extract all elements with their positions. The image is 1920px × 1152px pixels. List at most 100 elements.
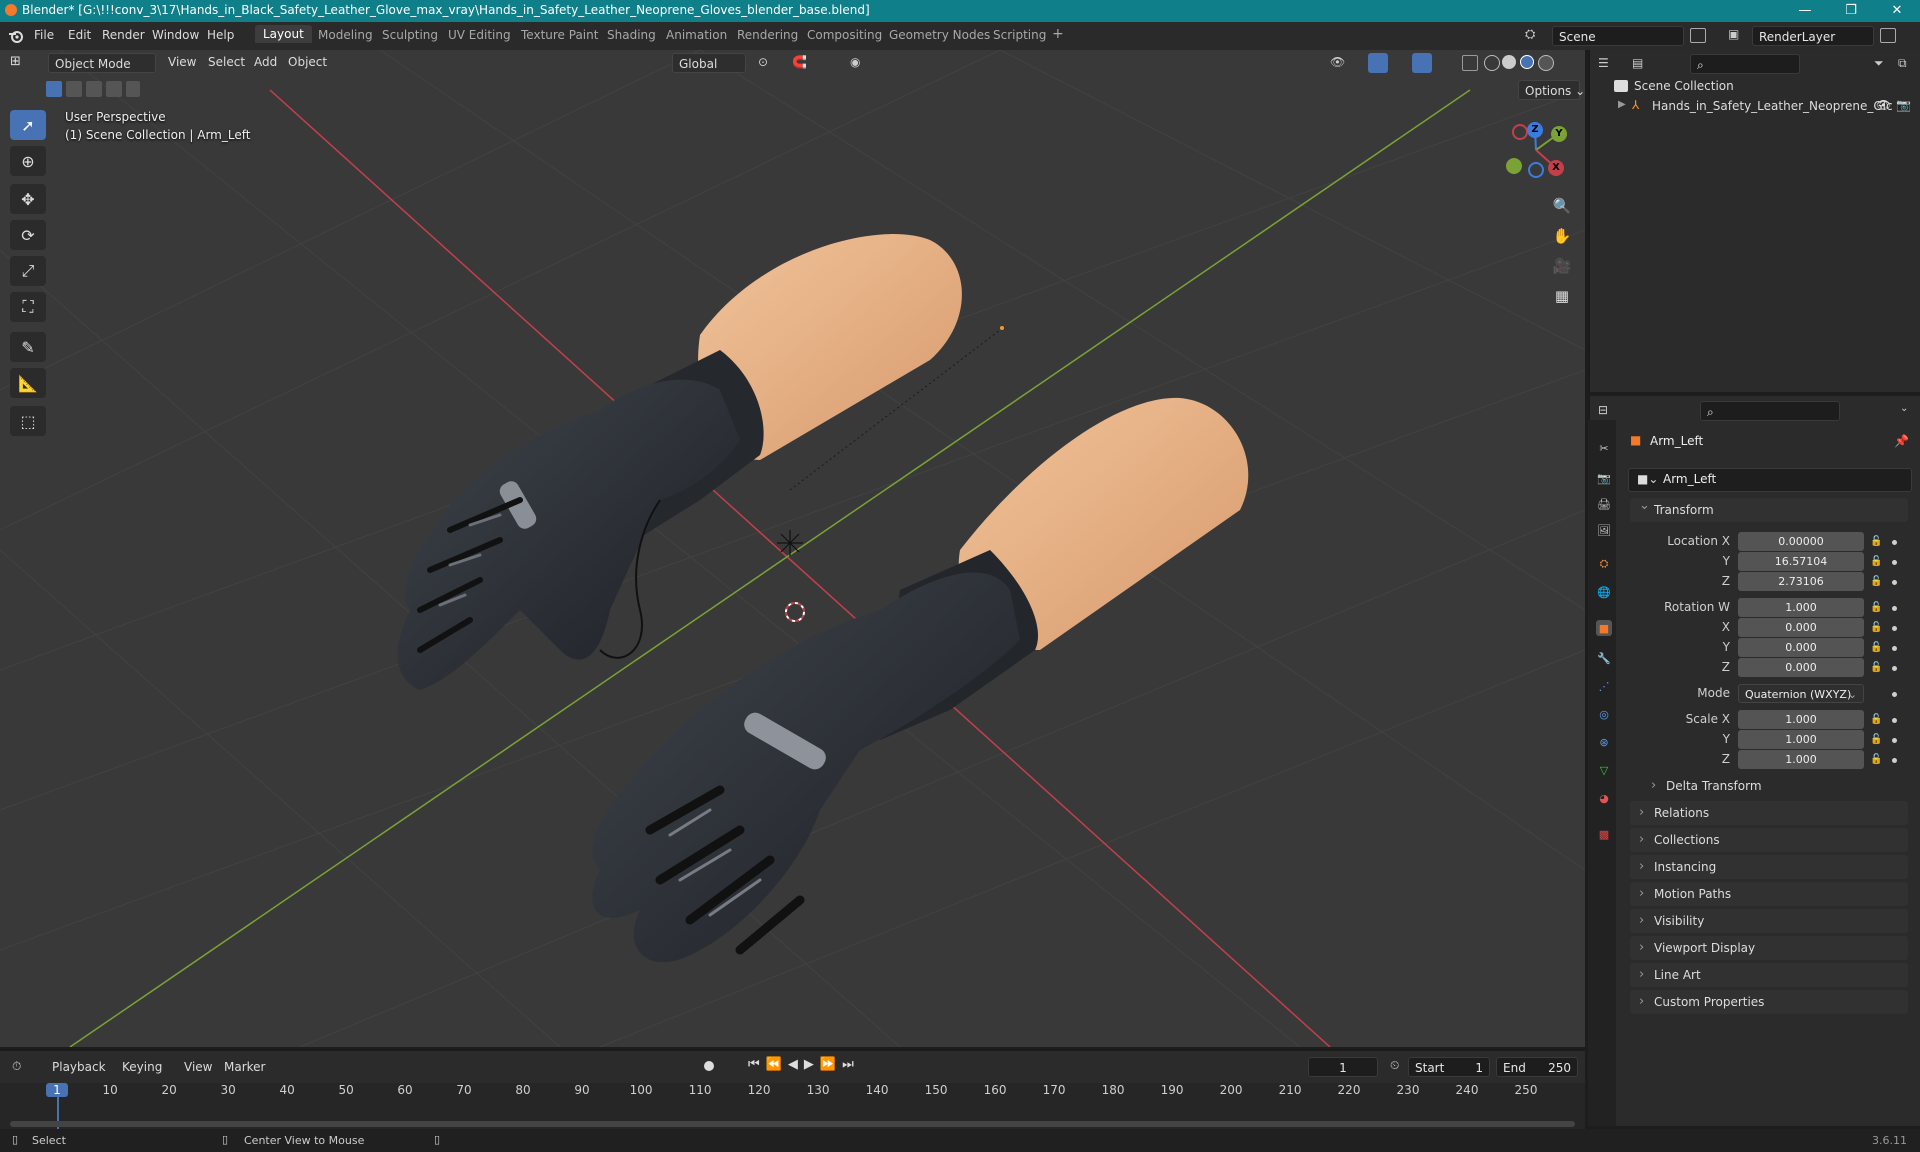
- scene-selector[interactable]: Scene: [1552, 26, 1684, 46]
- view-layer-selector[interactable]: RenderLayer: [1752, 26, 1874, 46]
- navigation-gizmo[interactable]: Z Y X: [1500, 120, 1570, 180]
- location-z-field[interactable]: 2.73106: [1738, 572, 1864, 591]
- particles-tab-icon[interactable]: ⋰: [1596, 678, 1612, 694]
- lock-icon[interactable]: 🔓: [1870, 662, 1882, 674]
- lock-icon[interactable]: 🔓: [1870, 754, 1882, 766]
- line-art-section-header[interactable]: Line Art: [1630, 963, 1908, 987]
- rotation-y-field[interactable]: 0.000: [1738, 638, 1864, 657]
- modifier-tab-icon[interactable]: 🔧: [1596, 650, 1612, 666]
- lock-icon[interactable]: 🔓: [1870, 622, 1882, 634]
- keyframe-dot[interactable]: [1892, 646, 1897, 651]
- tab-texture-paint[interactable]: Texture Paint: [521, 28, 598, 42]
- transform-section-header[interactable]: Transform: [1630, 494, 1908, 522]
- select-intersect-icon[interactable]: [126, 81, 140, 97]
- scale-y-field[interactable]: 1.000: [1738, 730, 1864, 749]
- menu-render[interactable]: Render: [102, 28, 145, 42]
- instancing-section-header[interactable]: Instancing: [1630, 855, 1908, 879]
- keyframe-dot[interactable]: [1892, 560, 1897, 565]
- material-shading-icon[interactable]: [1520, 55, 1534, 69]
- visibility-section-header[interactable]: Visibility: [1630, 909, 1908, 933]
- location-x-field[interactable]: 0.00000: [1738, 532, 1864, 551]
- lock-icon[interactable]: 🔓: [1870, 642, 1882, 654]
- lock-icon[interactable]: 🔓: [1870, 556, 1882, 568]
- world-tab-icon[interactable]: 🌐: [1596, 584, 1612, 600]
- annotate-tool[interactable]: ✎: [10, 332, 46, 362]
- transform-tool[interactable]: ⛶: [10, 292, 46, 322]
- overlay-toggle-icon[interactable]: [1412, 53, 1432, 73]
- viewport-menu-select[interactable]: Select: [208, 55, 245, 69]
- keyframe-dot[interactable]: [1892, 626, 1897, 631]
- viewport-menu-view[interactable]: View: [168, 55, 196, 69]
- view-layer-tab-icon[interactable]: 🖼: [1596, 522, 1612, 538]
- gizmo-toggle-icon[interactable]: [1368, 53, 1388, 73]
- lock-icon[interactable]: 🔓: [1870, 714, 1882, 726]
- properties-editor-icon[interactable]: ⊟: [1598, 403, 1608, 417]
- object-mode-dropdown[interactable]: Object Mode: [48, 53, 156, 73]
- options-dropdown[interactable]: Options ⌄: [1518, 80, 1585, 100]
- current-frame-field[interactable]: 1: [1308, 1057, 1378, 1077]
- collections-section-header[interactable]: Collections: [1630, 828, 1908, 852]
- wireframe-shading-icon[interactable]: [1484, 55, 1500, 71]
- start-frame-field[interactable]: Start 1: [1408, 1057, 1490, 1077]
- zoom-icon[interactable]: 🔍: [1548, 192, 1576, 220]
- playback-controls[interactable]: ⏮⏪◀▶⏩⏭: [748, 1057, 860, 1072]
- pin-icon[interactable]: 📌: [1894, 434, 1909, 448]
- output-tab-icon[interactable]: 🖨: [1596, 496, 1612, 512]
- outliner-editor-icon[interactable]: ☰: [1598, 56, 1609, 70]
- keyframe-dot[interactable]: [1892, 718, 1897, 723]
- relations-section-header[interactable]: Relations: [1630, 801, 1908, 825]
- 3d-viewport[interactable]: [0, 50, 1585, 1047]
- motion-paths-section-header[interactable]: Motion Paths: [1630, 882, 1908, 906]
- tab-compositing[interactable]: Compositing: [807, 28, 882, 42]
- outliner-item-label[interactable]: Hands_in_Safety_Leather_Neoprene_Glc: [1652, 99, 1893, 113]
- select-subtract-icon[interactable]: [86, 81, 102, 97]
- tool-tab-icon[interactable]: ✂: [1596, 440, 1612, 456]
- close-button[interactable]: ✕: [1874, 0, 1920, 22]
- expand-arrow-icon[interactable]: ▶: [1618, 99, 1626, 110]
- gizmo-neg-z-icon[interactable]: [1528, 162, 1544, 178]
- disable-render-icon[interactable]: 📷: [1896, 98, 1911, 112]
- cursor-tool[interactable]: ⊕: [10, 146, 46, 176]
- keyframe-dot[interactable]: [1892, 758, 1897, 763]
- add-cube-tool[interactable]: ⬚: [10, 406, 46, 436]
- record-icon[interactable]: [704, 1061, 714, 1071]
- tab-layout[interactable]: Layout: [255, 25, 312, 43]
- rendered-shading-icon[interactable]: [1538, 55, 1554, 71]
- rotation-w-field[interactable]: 1.000: [1738, 598, 1864, 617]
- editor-type-icon[interactable]: ⊞: [10, 54, 21, 69]
- properties-options-icon[interactable]: ⌄: [1900, 403, 1908, 414]
- measure-tool[interactable]: 📐: [10, 368, 46, 398]
- maximize-button[interactable]: ❐: [1828, 0, 1874, 22]
- select-box-tool[interactable]: ➚: [10, 110, 46, 140]
- tab-sculpting[interactable]: Sculpting: [382, 28, 438, 42]
- keyframe-dot[interactable]: [1892, 692, 1897, 697]
- 3d-cursor[interactable]: [785, 602, 805, 622]
- object-name-field[interactable]: ■⌄ Arm_Left: [1628, 468, 1912, 492]
- new-view-layer-icon[interactable]: [1880, 28, 1896, 43]
- texture-tab-icon[interactable]: ▩: [1596, 826, 1612, 842]
- lock-icon[interactable]: 🔓: [1870, 734, 1882, 746]
- xray-icon[interactable]: [1462, 55, 1478, 71]
- keyframe-dot[interactable]: [1892, 580, 1897, 585]
- viewport-display-section-header[interactable]: Viewport Display: [1630, 936, 1908, 960]
- minimize-button[interactable]: —: [1782, 0, 1828, 22]
- keyframe-dot[interactable]: [1892, 666, 1897, 671]
- filter-icon[interactable]: ⏷: [1874, 56, 1884, 71]
- transform-orientation-dropdown[interactable]: Global: [672, 53, 746, 73]
- new-collection-icon[interactable]: ⧉: [1898, 56, 1907, 71]
- gizmo-neg-y-icon[interactable]: [1506, 158, 1522, 174]
- add-workspace-button[interactable]: +: [1052, 26, 1064, 42]
- timeline-editor-icon[interactable]: ⏱: [12, 1059, 21, 1074]
- lock-icon[interactable]: 🔓: [1870, 602, 1882, 614]
- viewport-menu-add[interactable]: Add: [254, 55, 277, 69]
- gizmo-z-axis[interactable]: Z: [1527, 122, 1543, 138]
- rotation-mode-dropdown[interactable]: Quaternion (WXYZ) ⌄: [1738, 684, 1864, 703]
- scale-z-field[interactable]: 1.000: [1738, 750, 1864, 769]
- rotate-tool[interactable]: ⟳: [10, 220, 46, 250]
- material-tab-icon[interactable]: ◕: [1596, 790, 1612, 806]
- rotation-x-field[interactable]: 0.000: [1738, 618, 1864, 637]
- new-scene-icon[interactable]: [1690, 28, 1706, 43]
- scale-tool[interactable]: ⤢: [10, 256, 46, 286]
- snap-icon[interactable]: 🧲: [792, 55, 807, 69]
- viewport-menu-object[interactable]: Object: [288, 55, 327, 69]
